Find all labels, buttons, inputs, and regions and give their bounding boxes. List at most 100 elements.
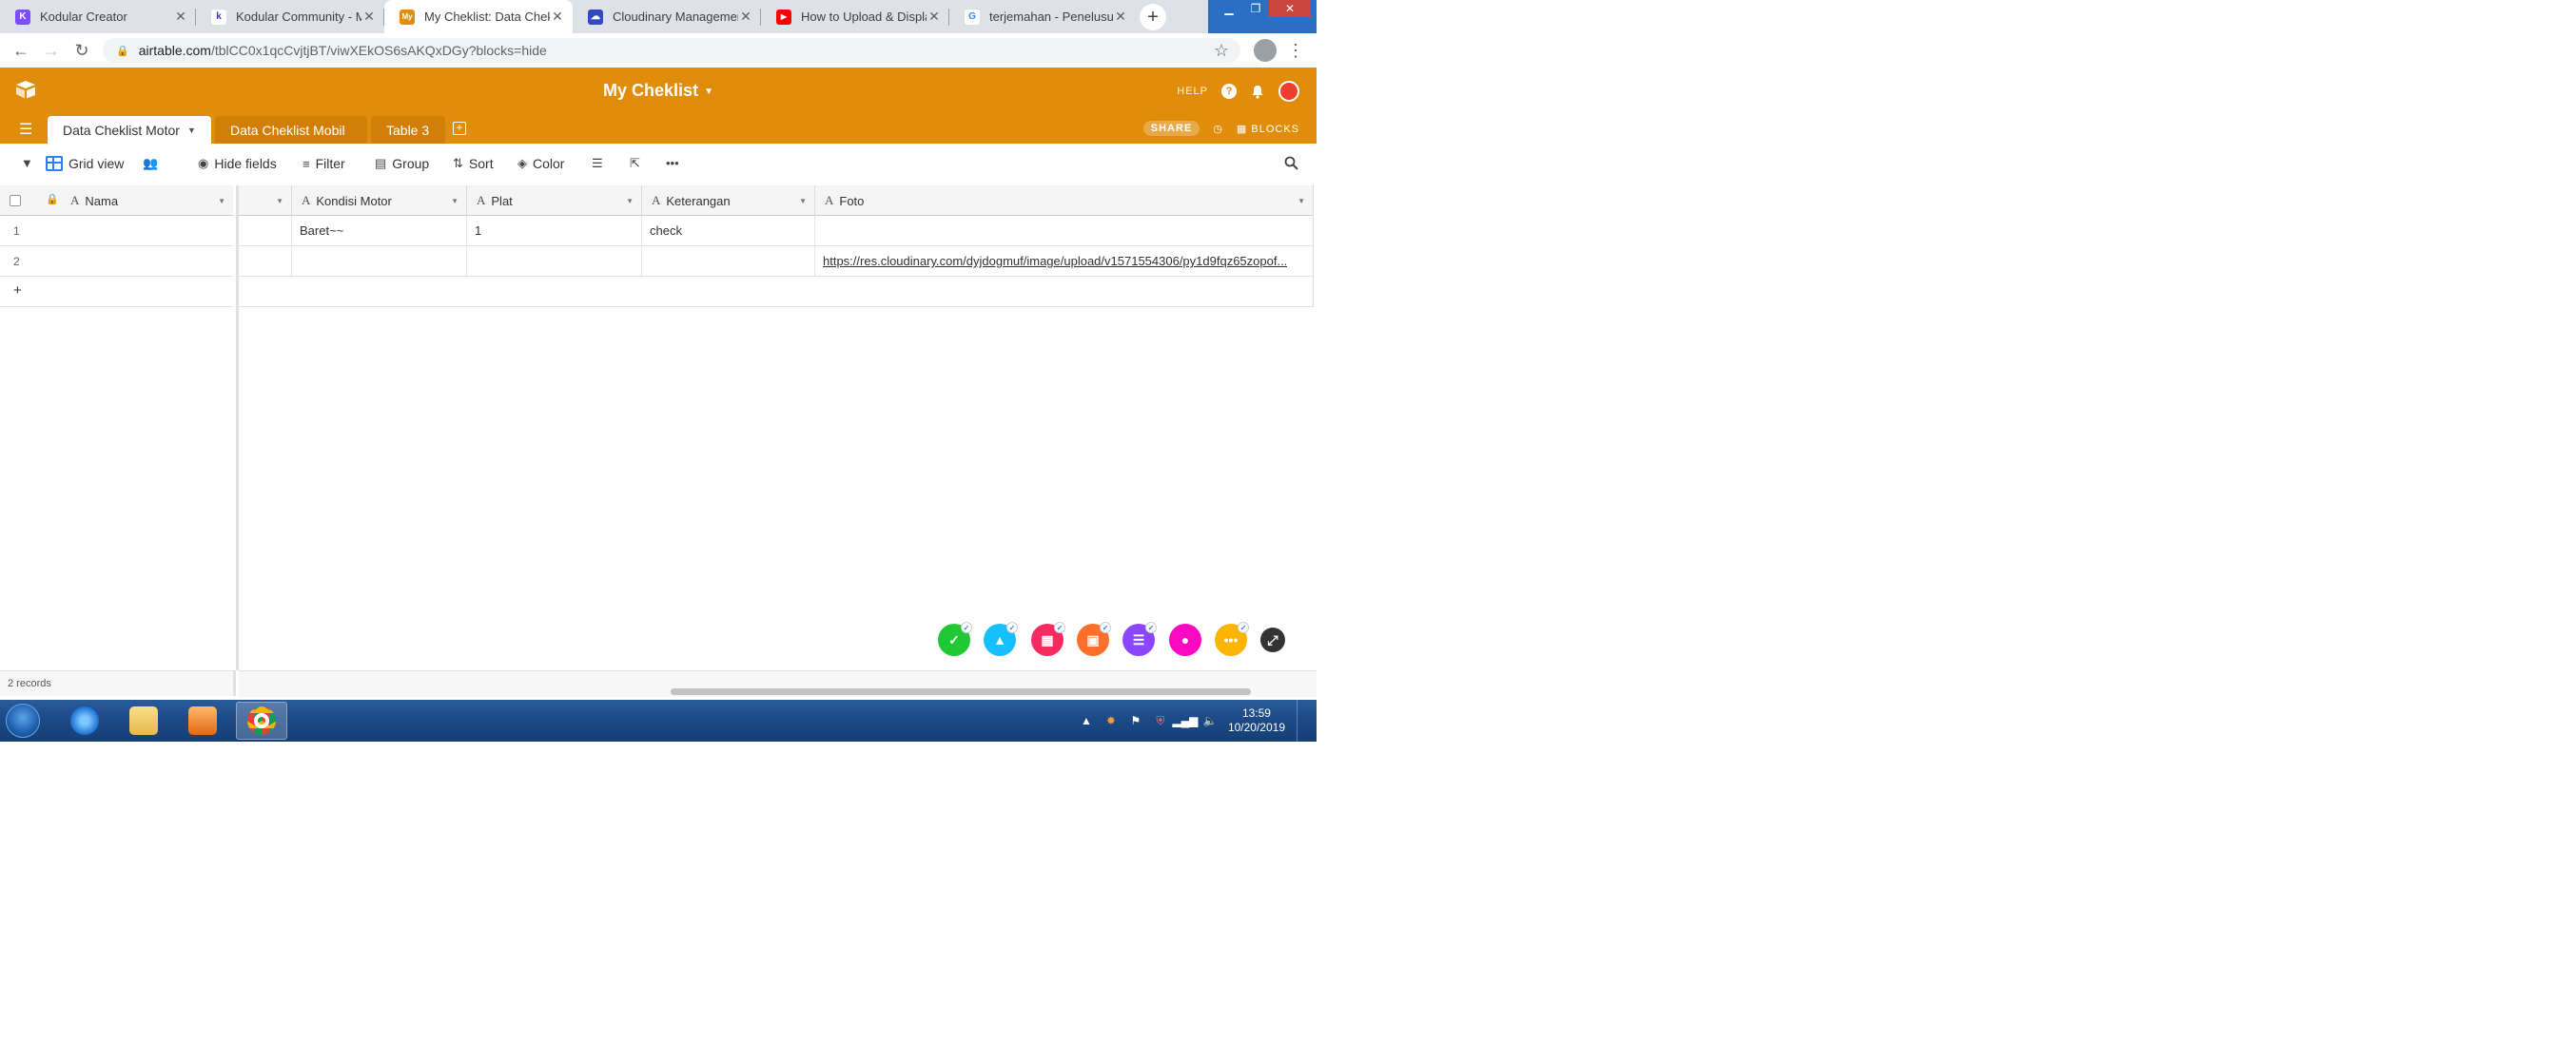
table-cell[interactable] <box>467 246 642 276</box>
chevron-down-icon[interactable]: ▼ <box>1298 197 1305 205</box>
add-record-row[interactable] <box>239 277 1314 307</box>
minimize-window-icon[interactable]: ▁ <box>1216 0 1242 17</box>
add-record-icon[interactable]: + <box>13 282 22 299</box>
network-signal-icon[interactable]: ▂▄▆ <box>1172 714 1198 727</box>
search-icon[interactable] <box>1284 156 1298 170</box>
views-sidebar-toggle[interactable]: ▼ <box>21 156 33 170</box>
block-shapes-icon[interactable]: ▲ ✓ <box>984 622 1018 656</box>
chevron-down-icon[interactable]: ▼ <box>799 197 807 205</box>
sort-button[interactable]: ⇅ Sort <box>453 156 494 171</box>
media-player-icon[interactable] <box>177 702 228 740</box>
share-view-icon[interactable]: ⇱ <box>630 156 640 171</box>
collaborators-icon[interactable]: 👥 <box>143 156 158 171</box>
table-cell[interactable] <box>292 246 467 276</box>
user-avatar-icon[interactable] <box>1278 81 1299 102</box>
internet-explorer-icon[interactable] <box>59 702 110 740</box>
tray-expand-icon[interactable]: ▲ <box>1080 714 1093 727</box>
block-checkmark-icon[interactable]: ✓ ✓ <box>938 622 972 656</box>
show-desktop-button[interactable] <box>1297 700 1307 742</box>
table-cell[interactable]: Baret~~ <box>292 216 467 245</box>
add-table-icon[interactable]: + <box>453 122 466 135</box>
hide-fields-button[interactable]: ◉ Hide fields <box>198 156 277 171</box>
share-button[interactable]: SHARE <box>1142 121 1200 136</box>
chevron-down-icon[interactable]: ▼ <box>276 197 283 205</box>
taskbar-clock[interactable]: 13:59 10/20/2019 <box>1228 706 1285 735</box>
table-cell[interactable] <box>815 216 1314 245</box>
bookmark-star-icon[interactable]: ☆ <box>1214 41 1229 61</box>
close-tab-icon[interactable]: ✕ <box>1113 9 1128 25</box>
chevron-down-icon[interactable]: ▼ <box>218 197 225 205</box>
filter-button[interactable]: ≡ Filter <box>302 156 345 171</box>
browser-tab-google[interactable]: G terjemahan - Penelusura ✕ <box>949 0 1136 33</box>
table-row[interactable]: 2 <box>0 246 233 277</box>
group-button[interactable]: ▤ Group <box>375 156 429 171</box>
help-link[interactable]: HELP <box>1177 86 1208 97</box>
table-cell[interactable]: 1 <box>467 216 642 245</box>
chrome-icon[interactable] <box>236 702 287 740</box>
block-apps-icon[interactable]: ▦ ✓ <box>1031 622 1065 656</box>
tray-flag-icon[interactable]: ⚑ <box>1129 714 1142 727</box>
history-clock-icon[interactable]: ◷ <box>1213 123 1223 135</box>
volume-icon[interactable]: 🔈 <box>1202 714 1217 727</box>
chevron-down-icon[interactable]: ▼ <box>451 197 459 205</box>
close-tab-icon[interactable]: ✕ <box>738 9 753 25</box>
maximize-window-icon[interactable]: ❐ <box>1242 0 1269 17</box>
close-window-icon[interactable]: ✕ <box>1269 0 1311 17</box>
field-header-plat[interactable]: A Plat ▼ <box>467 185 642 216</box>
hamburger-menu-icon[interactable]: ☰ <box>19 120 32 139</box>
table-cell[interactable] <box>239 216 292 245</box>
browser-tab-youtube[interactable]: ▶ How to Upload & Displa ✕ <box>761 0 949 33</box>
chevron-down-icon[interactable]: ▼ <box>626 197 634 205</box>
block-calendar-icon[interactable]: ▣ ✓ <box>1077 622 1111 656</box>
tab-data-cheklist-motor[interactable]: Data Cheklist Motor ▼ <box>48 116 211 144</box>
reload-icon[interactable]: ↻ <box>72 41 91 60</box>
table-row[interactable]: 1 <box>0 216 233 246</box>
grid-footer <box>239 670 1317 697</box>
blocks-button[interactable]: ▦ BLOCKS <box>1237 123 1299 135</box>
browser-tab-kodular-community[interactable]: k Kodular Community - Mi ✕ <box>196 0 384 33</box>
add-record-row[interactable]: + <box>0 277 233 307</box>
foto-url-cell[interactable]: https://res.cloudinary.com/dyjdogmuf/ima… <box>815 246 1314 276</box>
tray-security-icon[interactable]: ⛨ <box>1154 714 1167 727</box>
color-button[interactable]: ◈ Color <box>517 156 564 171</box>
block-list-icon[interactable]: ☰ ✓ <box>1122 622 1157 656</box>
field-header-keterangan[interactable]: A Keterangan ▼ <box>642 185 815 216</box>
new-tab-button[interactable]: + <box>1140 4 1166 30</box>
close-tab-icon[interactable]: ✕ <box>361 9 377 25</box>
browser-tab-kodular-creator[interactable]: K Kodular Creator ✕ <box>0 0 196 33</box>
field-header-kondisi-motor[interactable]: A Kondisi Motor ▼ <box>292 185 467 216</box>
field-header-foto[interactable]: A Foto ▼ <box>815 185 1314 216</box>
table-cell[interactable]: check <box>642 216 815 245</box>
close-tab-icon[interactable]: ✕ <box>173 9 188 25</box>
table-cell[interactable] <box>239 246 292 276</box>
view-switcher[interactable]: Grid view <box>46 156 124 171</box>
file-explorer-icon[interactable] <box>118 702 169 740</box>
horizontal-scrollbar[interactable] <box>671 688 1251 695</box>
table-cell[interactable] <box>642 246 815 276</box>
close-tab-icon[interactable]: ✕ <box>927 9 942 25</box>
windows-start-icon[interactable] <box>6 704 40 738</box>
close-tab-icon[interactable]: ✕ <box>550 9 565 25</box>
field-header-truncated[interactable]: ▼ <box>239 185 292 216</box>
notification-bell-icon[interactable] <box>1250 84 1265 99</box>
select-all-checkbox[interactable] <box>10 195 21 206</box>
browser-tab-airtable[interactable]: My My Cheklist: Data Cheklis ✕ <box>384 0 573 33</box>
expand-icon[interactable]: ⤢ <box>1260 628 1285 652</box>
more-options-icon[interactable]: ••• <box>666 156 679 170</box>
browser-tab-cloudinary[interactable]: ☁ Cloudinary Management ✕ <box>573 0 761 33</box>
tray-app-icon[interactable]: ✸ <box>1104 714 1118 727</box>
field-header-nama[interactable]: A Nama ▼ <box>61 185 233 216</box>
block-chat-icon[interactable]: ● <box>1169 624 1201 656</box>
profile-avatar-icon[interactable] <box>1254 39 1277 62</box>
help-icon[interactable]: ? <box>1221 84 1237 99</box>
block-more-icon[interactable]: ••• ✓ <box>1215 622 1249 656</box>
row-height-icon[interactable]: ☰ <box>592 156 603 171</box>
kebab-menu-icon[interactable]: ⋮ <box>1286 41 1305 60</box>
tab-data-cheklist-mobil[interactable]: Data Cheklist Mobil <box>215 116 367 144</box>
forward-arrow-icon[interactable]: → <box>42 41 61 60</box>
base-title[interactable]: My Cheklist ▼ <box>0 81 1317 101</box>
address-bar[interactable]: 🔒 airtable.com/tblCC0x1qcCvjtjBT/viwXEkO… <box>103 38 1240 63</box>
foto-url-link[interactable]: https://res.cloudinary.com/dyjdogmuf/ima… <box>823 254 1287 268</box>
back-arrow-icon[interactable]: ← <box>11 41 30 60</box>
tab-table-3[interactable]: Table 3 <box>371 116 445 144</box>
